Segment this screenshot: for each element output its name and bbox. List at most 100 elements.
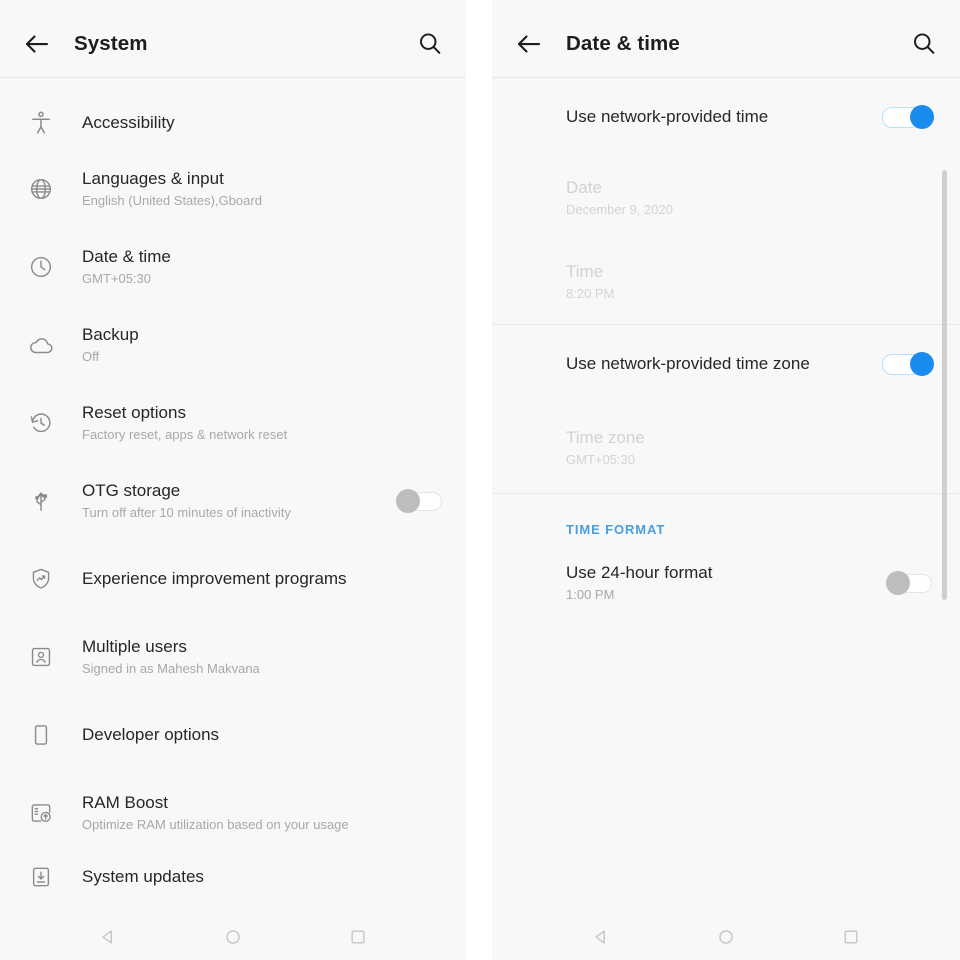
phone-outline-icon xyxy=(22,722,60,748)
clock-icon xyxy=(22,254,60,280)
list-item-subtitle: 1:00 PM xyxy=(566,587,615,602)
list-item-date-time[interactable]: Date & time GMT+05:30 xyxy=(0,228,466,306)
list-item-subtitle: Turn off after 10 minutes of inactivity xyxy=(82,505,291,520)
dual-screenshot-container: System Accessibility Languages & input E… xyxy=(0,0,960,960)
list-item-use-network-provided-time-zone[interactable]: Use network-provided time zone xyxy=(492,325,960,403)
list-item-title: Use network-provided time zone xyxy=(566,354,810,373)
list-item-title: Use 24-hour format xyxy=(566,563,713,582)
list-item-text: Multiple users Signed in as Mahesh Makva… xyxy=(60,636,444,678)
list-item-title: Developer options xyxy=(82,725,220,744)
accessibility-icon xyxy=(22,110,60,136)
network-time-toggle[interactable] xyxy=(882,105,934,129)
list-item-title: Languages & input xyxy=(82,169,224,188)
list-item-time-zone: Time zone GMT+05:30 xyxy=(492,403,960,493)
globe-icon xyxy=(22,176,60,202)
ram-boost-icon xyxy=(22,800,60,826)
nav-back-triangle-icon[interactable] xyxy=(85,914,131,960)
shield-trend-icon xyxy=(22,566,60,592)
list-item-reset-options[interactable]: Reset options Factory reset, apps & netw… xyxy=(0,384,466,462)
list-item-title: Use network-provided time xyxy=(566,107,769,126)
arrow-left-icon[interactable] xyxy=(22,29,52,59)
list-item-subtitle: GMT+05:30 xyxy=(82,271,152,286)
system-appbar: System xyxy=(0,0,466,78)
list-item-title: Accessibility xyxy=(82,113,175,132)
system-settings-list: Accessibility Languages & input English … xyxy=(0,78,466,902)
list-item-backup[interactable]: Backup Off xyxy=(0,306,466,384)
list-item-use-24-hour-format[interactable]: Use 24-hour format 1:00 PM xyxy=(492,547,960,619)
list-item-subtitle: December 9, 2020 xyxy=(566,202,673,217)
list-item-title: Time zone xyxy=(566,428,645,447)
list-item-text: RAM Boost Optimize RAM utilization based… xyxy=(60,792,444,834)
list-item-title: Time xyxy=(566,262,604,281)
list-item-title: Date & time xyxy=(82,247,171,266)
list-item-subtitle: Signed in as Mahesh Makvana xyxy=(82,661,260,676)
list-item-multiple-users[interactable]: Multiple users Signed in as Mahesh Makva… xyxy=(0,618,466,696)
date-time-settings-list: Use network-provided time Date December … xyxy=(492,78,960,619)
nav-back-triangle-icon[interactable] xyxy=(578,914,624,960)
otg-storage-toggle[interactable] xyxy=(396,489,444,513)
list-item-text: Languages & input English (United States… xyxy=(60,168,444,210)
list-item-system-updates[interactable]: System updates xyxy=(0,852,466,902)
toggle-thumb xyxy=(886,571,910,595)
date-time-appbar: Date & time xyxy=(492,0,960,78)
list-item-title: Multiple users xyxy=(82,637,187,656)
cloud-icon xyxy=(22,332,60,359)
list-item-use-network-provided-time[interactable]: Use network-provided time xyxy=(492,78,960,156)
list-item-title: OTG storage xyxy=(82,481,181,500)
page-title: System xyxy=(74,32,148,55)
date-time-settings-screen: Date & time Use network-provided time Da… xyxy=(492,0,960,960)
network-timezone-toggle[interactable] xyxy=(882,352,934,376)
list-item-text: System updates xyxy=(60,866,444,888)
list-item-text: Reset options Factory reset, apps & netw… xyxy=(60,402,444,444)
list-item-time: Time 8:20 PM xyxy=(492,240,960,324)
list-item-otg-storage[interactable]: OTG storage Turn off after 10 minutes of… xyxy=(0,462,466,540)
toggle-thumb xyxy=(396,489,420,513)
nav-recents-square-icon[interactable] xyxy=(828,914,874,960)
list-item-subtitle: Factory reset, apps & network reset xyxy=(82,427,288,442)
list-item-text: Time zone GMT+05:30 xyxy=(492,427,934,469)
page-title: Date & time xyxy=(566,32,680,55)
list-item-accessibility[interactable]: Accessibility xyxy=(0,78,466,150)
nav-home-circle-icon[interactable] xyxy=(703,914,749,960)
nav-recents-square-icon[interactable] xyxy=(335,914,381,960)
left-navigation-bar xyxy=(0,914,466,960)
list-item-subtitle: 8:20 PM xyxy=(566,286,615,301)
list-item-text: Date December 9, 2020 xyxy=(492,177,934,219)
toggle-thumb xyxy=(910,352,934,376)
list-item-text: Backup Off xyxy=(60,324,444,366)
list-item-text: Time 8:20 PM xyxy=(492,261,934,303)
list-item-subtitle: English (United States),Gboard xyxy=(82,193,262,208)
list-item-title: Reset options xyxy=(82,403,186,422)
list-item-text: Use network-provided time xyxy=(492,106,882,128)
system-update-icon xyxy=(22,864,60,890)
toggle-thumb xyxy=(910,105,934,129)
list-item-title: Experience improvement programs xyxy=(82,569,347,588)
list-item-subtitle: Off xyxy=(82,349,100,364)
arrow-left-icon[interactable] xyxy=(514,29,544,59)
list-item-developer-options[interactable]: Developer options xyxy=(0,696,466,774)
list-item-text: Developer options xyxy=(60,724,444,746)
history-restore-icon xyxy=(22,410,60,436)
list-item-text: Use 24-hour format 1:00 PM xyxy=(492,562,886,604)
list-item-title: RAM Boost xyxy=(82,793,168,812)
list-item-experience-improvement-programs[interactable]: Experience improvement programs xyxy=(0,540,466,618)
list-item-subtitle: Optimize RAM utilization based on your u… xyxy=(82,817,349,832)
vertical-scrollbar[interactable] xyxy=(942,170,947,600)
list-item-text: Accessibility xyxy=(60,112,444,134)
list-item-text: OTG storage Turn off after 10 minutes of… xyxy=(60,480,396,522)
list-item-text: Use network-provided time zone xyxy=(492,353,882,375)
section-header-time-format: TIME FORMAT xyxy=(566,522,666,537)
list-item-text: Date & time GMT+05:30 xyxy=(60,246,444,288)
right-navigation-bar xyxy=(492,914,960,960)
list-item-ram-boost[interactable]: RAM Boost Optimize RAM utilization based… xyxy=(0,774,466,852)
search-icon[interactable] xyxy=(416,30,444,58)
list-item-subtitle: GMT+05:30 xyxy=(566,452,636,467)
24-hour-format-toggle[interactable] xyxy=(886,571,934,595)
screens-gap xyxy=(466,0,492,960)
search-icon[interactable] xyxy=(910,30,938,58)
list-item-title: Date xyxy=(566,178,602,197)
list-item-languages-input[interactable]: Languages & input English (United States… xyxy=(0,150,466,228)
nav-home-circle-icon[interactable] xyxy=(210,914,256,960)
user-box-icon xyxy=(22,644,60,670)
list-item-date: Date December 9, 2020 xyxy=(492,156,960,240)
